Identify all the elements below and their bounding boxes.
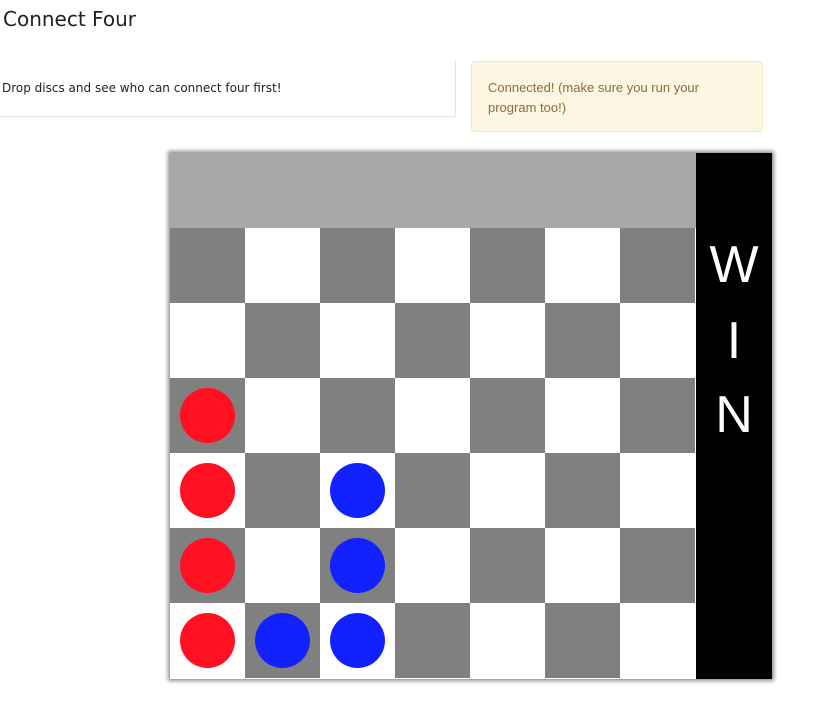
drop-slot-col-2[interactable] <box>245 153 320 228</box>
drop-row <box>170 153 696 228</box>
win-letter-n: N <box>715 386 753 444</box>
board-cell[interactable] <box>470 528 545 603</box>
board-cell[interactable] <box>395 528 470 603</box>
board-cell[interactable] <box>170 228 245 303</box>
board-cell[interactable] <box>620 603 695 678</box>
board-cell[interactable] <box>620 453 695 528</box>
board-cell[interactable] <box>620 303 695 378</box>
board-cell[interactable] <box>395 228 470 303</box>
red-disc <box>180 388 235 443</box>
board-cell[interactable] <box>545 453 620 528</box>
blue-disc <box>330 463 385 518</box>
board-cell[interactable] <box>170 528 245 603</box>
page-title: Connect Four <box>3 7 136 31</box>
board-cell[interactable] <box>320 378 395 453</box>
blue-disc <box>255 613 310 668</box>
board-cell[interactable] <box>395 603 470 678</box>
blue-disc <box>330 613 385 668</box>
drop-slot-col-6[interactable] <box>545 153 620 228</box>
board-cell[interactable] <box>395 378 470 453</box>
board-cell[interactable] <box>545 603 620 678</box>
drop-slot-col-5[interactable] <box>470 153 545 228</box>
red-disc <box>180 538 235 593</box>
board-cell[interactable] <box>320 528 395 603</box>
board-cell[interactable] <box>245 603 320 678</box>
drop-slot-col-7[interactable] <box>620 153 695 228</box>
board-cell[interactable] <box>245 528 320 603</box>
board-cell[interactable] <box>470 303 545 378</box>
board-cell[interactable] <box>320 228 395 303</box>
board-cell[interactable] <box>320 603 395 678</box>
board-cell[interactable] <box>545 303 620 378</box>
board-cell[interactable] <box>545 378 620 453</box>
board-cell[interactable] <box>170 603 245 678</box>
board-cell[interactable] <box>470 228 545 303</box>
board-cell[interactable] <box>545 528 620 603</box>
connection-status-alert: Connected! (make sure you run your progr… <box>471 61 763 132</box>
win-banner: W I N <box>696 153 772 679</box>
red-disc <box>180 463 235 518</box>
board-cell[interactable] <box>170 378 245 453</box>
description-panel: Drop discs and see who can connect four … <box>0 60 456 117</box>
board-cell[interactable] <box>395 453 470 528</box>
board-cell[interactable] <box>245 303 320 378</box>
board-cell[interactable] <box>245 378 320 453</box>
board-cell[interactable] <box>470 603 545 678</box>
board-cell[interactable] <box>620 378 695 453</box>
board-cell[interactable] <box>620 528 695 603</box>
board-cell[interactable] <box>170 453 245 528</box>
red-disc <box>180 613 235 668</box>
win-letter-i: I <box>726 312 742 370</box>
blue-disc <box>330 538 385 593</box>
drop-slot-col-3[interactable] <box>320 153 395 228</box>
board-cell[interactable] <box>470 453 545 528</box>
board-cell[interactable] <box>545 228 620 303</box>
board-cell[interactable] <box>245 453 320 528</box>
board-cell[interactable] <box>320 303 395 378</box>
game-description: Drop discs and see who can connect four … <box>2 81 282 95</box>
board-cell[interactable] <box>395 303 470 378</box>
board-cell[interactable] <box>470 378 545 453</box>
board-cell[interactable] <box>170 303 245 378</box>
drop-slot-col-1[interactable] <box>170 153 245 228</box>
drop-slot-col-4[interactable] <box>395 153 470 228</box>
game-board: W I N <box>170 153 772 679</box>
board-cell[interactable] <box>320 453 395 528</box>
win-letter-w: W <box>709 236 759 294</box>
board-cell[interactable] <box>245 228 320 303</box>
board-cell[interactable] <box>620 228 695 303</box>
